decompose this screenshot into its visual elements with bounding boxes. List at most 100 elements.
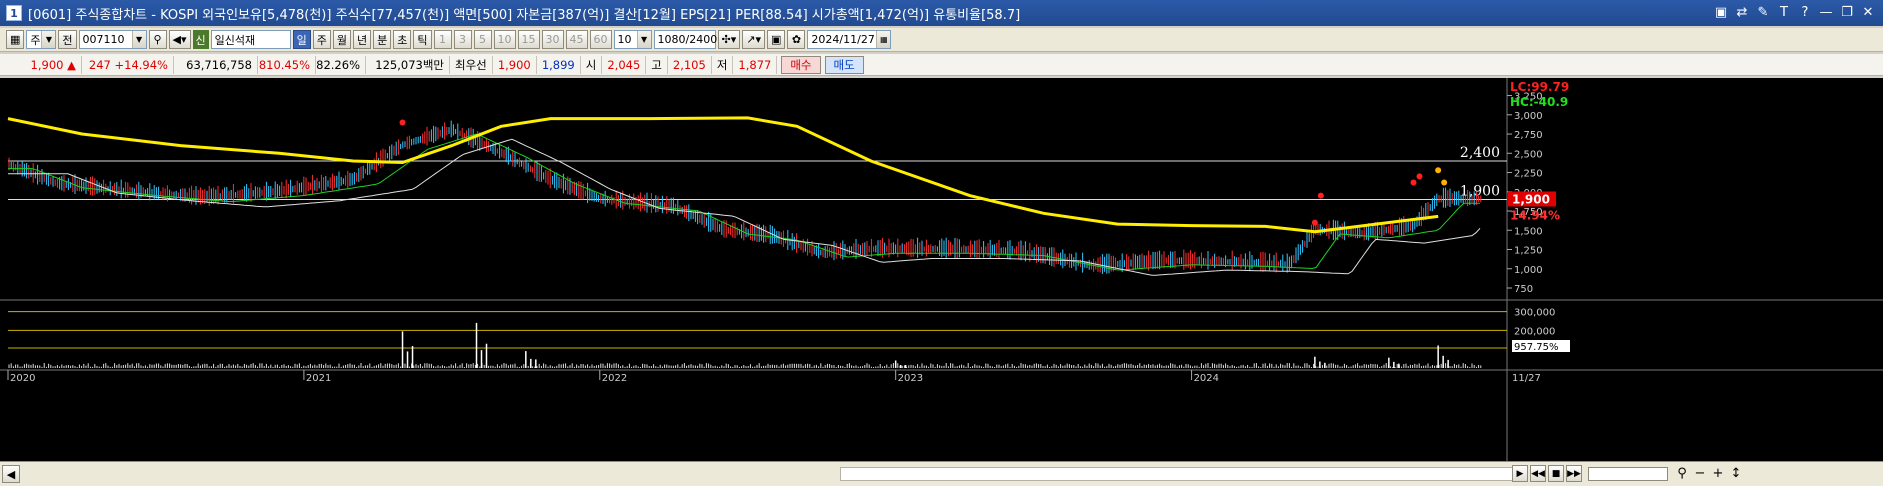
link-window-icon[interactable]: ▣: [1712, 4, 1730, 21]
window-title: [0601] 주식종합차트 - KOSPI 외국인보유[5,478(천)] 주식…: [28, 7, 1021, 23]
minute-30[interactable]: 30: [541, 30, 564, 49]
high-label: 고: [646, 55, 668, 74]
search-icon[interactable]: ⚲: [1674, 466, 1690, 481]
level-line-label: 1,900: [1460, 183, 1500, 199]
best-bid: 1,899: [537, 55, 581, 74]
signal-dot: [1410, 179, 1417, 186]
minute-5[interactable]: 5: [473, 30, 492, 49]
hc-label: HC:-40.9: [1510, 95, 1568, 109]
text-icon[interactable]: T: [1775, 4, 1793, 21]
open-label: 시: [581, 55, 603, 74]
minute-10[interactable]: 10: [493, 30, 516, 49]
price-tick-label: 1,500: [1514, 226, 1543, 237]
signal-dot: [1317, 192, 1324, 199]
volume-tick-label: 300,000: [1514, 308, 1555, 319]
maximize-button[interactable]: ❐: [1838, 4, 1856, 21]
best-ask: 1,900: [493, 55, 537, 74]
period-month[interactable]: 월: [332, 30, 352, 49]
trade-amount: 125,073백만: [366, 55, 450, 74]
open-price: 2,045: [602, 55, 647, 74]
scroll-left-icon[interactable]: ◀: [2, 465, 20, 483]
period-second[interactable]: 초: [393, 30, 412, 49]
bottom-bar: ◀ ▶ ◀◀ ■ ▶▶ ⚲ − + ↕: [0, 461, 1883, 486]
period-day[interactable]: 일: [292, 30, 311, 49]
zoom-in-icon[interactable]: +: [1710, 466, 1726, 481]
count-ratio-field[interactable]: 1080/2400: [653, 30, 717, 49]
level-line-label: 2,400: [1460, 145, 1500, 161]
minimize-button[interactable]: —: [1817, 4, 1835, 21]
high-price: 2,105: [668, 55, 712, 74]
period-year[interactable]: 년: [353, 30, 372, 49]
chart-area[interactable]: 3,2503,0002,7502,5002,2502,0001,7501,500…: [0, 78, 1883, 461]
stock-code-input[interactable]: 007110 ▼: [78, 30, 147, 49]
zoom-range-box[interactable]: [1588, 466, 1668, 481]
toolbar: ▦ 주 ▼ 전 007110 ▼ ⚲ ◀▾ 신 일신석재 일 주 월 년 분 초 틱…: [0, 28, 1883, 52]
price-chart[interactable]: 3,2503,0002,7502,5002,2502,0001,7501,500…: [0, 78, 1883, 461]
x-tick-label: 11/27: [1512, 373, 1541, 384]
buy-button[interactable]: 매수: [781, 55, 821, 74]
search-icon[interactable]: ⚲: [148, 30, 167, 49]
rewind-icon[interactable]: ◀◀: [1530, 465, 1546, 482]
zoom-out-icon[interactable]: −: [1692, 466, 1708, 481]
chart-nav-controls: ▶ ◀◀ ■ ▶▶ ⚲ − + ↕: [1512, 465, 1744, 482]
minute-3[interactable]: 3: [453, 30, 472, 49]
market-select[interactable]: 주 ▼: [26, 30, 57, 49]
help-icon[interactable]: ?: [1796, 4, 1814, 21]
x-tick-label: 2021: [306, 373, 331, 384]
trend-tool-icon[interactable]: ↗▾: [742, 30, 766, 49]
signal-dot: [1441, 179, 1448, 186]
period-week[interactable]: 주: [312, 30, 331, 49]
low-label: 저: [712, 55, 734, 74]
stop-icon[interactable]: ■: [1548, 465, 1564, 482]
period-tick[interactable]: 틱: [413, 30, 432, 49]
minute-45[interactable]: 45: [565, 30, 588, 49]
fast-forward-icon[interactable]: ▶▶: [1566, 465, 1582, 482]
current-price-tag: 1,900: [1512, 192, 1550, 206]
minute-select[interactable]: 10 ▼: [613, 30, 652, 49]
new-listing-badge: 신: [192, 30, 209, 49]
price-tick-label: 750: [1514, 284, 1533, 295]
current-change-tag: 14.94%: [1510, 208, 1560, 222]
sell-button[interactable]: 매도: [824, 55, 864, 74]
minute-60[interactable]: 60: [589, 30, 612, 49]
minute-15[interactable]: 15: [517, 30, 540, 49]
stock-name-field[interactable]: 일신석재: [210, 30, 291, 49]
price-tick-label: 3,000: [1514, 111, 1543, 122]
x-tick-label: 2023: [898, 373, 923, 384]
save-icon[interactable]: ▣: [767, 30, 786, 49]
window-controls: ▣ ⇄ ✎ T ? — ❐ ✕: [1712, 4, 1877, 21]
fit-icon[interactable]: ↕: [1728, 466, 1744, 481]
edit-icon[interactable]: ✎: [1754, 4, 1772, 21]
price-tick-label: 1,250: [1514, 246, 1543, 257]
best-quote-label: 최우선: [450, 55, 493, 74]
ma-white-line: [8, 138, 1481, 276]
volume-ratio: 810.45%: [258, 55, 316, 74]
gear-icon[interactable]: ✿: [787, 30, 806, 49]
crosshair-icon[interactable]: ✣▾: [717, 30, 741, 49]
price-tick-label: 2,250: [1514, 169, 1543, 180]
minute-1[interactable]: 1: [433, 30, 452, 49]
lc-label: LC:99.79: [1510, 80, 1569, 94]
chart-scrollbar[interactable]: [840, 467, 1520, 481]
sync-icon[interactable]: ⇄: [1733, 4, 1751, 21]
period-minute[interactable]: 분: [373, 30, 392, 49]
sound-icon[interactable]: ◀▾: [168, 30, 191, 49]
play-right-icon[interactable]: ▶: [1512, 465, 1528, 482]
chart-settings-icon[interactable]: ▦: [6, 30, 25, 49]
x-tick-label: 2022: [602, 373, 627, 384]
price-tick-label: 1,000: [1514, 265, 1543, 276]
prev-button[interactable]: 전: [58, 30, 77, 49]
price-tick-label: 2,750: [1514, 130, 1543, 141]
close-button[interactable]: ✕: [1859, 4, 1877, 21]
date-field[interactable]: 2024/11/27 ▦: [807, 30, 892, 49]
price-axis-panel: [1507, 78, 1883, 461]
title-bar: 1 [0601] 주식종합차트 - KOSPI 외국인보유[5,478(천)] …: [0, 0, 1883, 26]
signal-dot: [1311, 219, 1318, 226]
price-tick-label: 2,500: [1514, 149, 1543, 160]
turnover-rate: 82.26%: [316, 55, 366, 74]
signal-dot: [1435, 167, 1442, 174]
low-price: 1,877: [733, 55, 778, 74]
volume-ratio-tag: 957.75%: [1514, 342, 1559, 353]
ma-green-line: [8, 133, 1480, 271]
window-number-icon[interactable]: 1: [6, 5, 22, 21]
